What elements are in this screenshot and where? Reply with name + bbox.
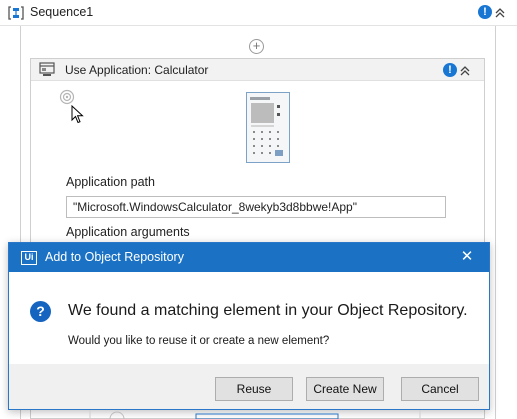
close-icon[interactable]: ✕ — [459, 249, 475, 265]
sequence-header[interactable]: Sequence1 ! — [0, 0, 517, 26]
info-badge-icon[interactable]: ! — [443, 63, 457, 77]
dialog-title: Add to Object Repository — [45, 250, 184, 264]
target-icon[interactable] — [59, 89, 75, 105]
double-chevron-up-icon[interactable] — [494, 6, 506, 20]
question-icon: ? — [30, 301, 51, 322]
dialog-titlebar[interactable]: Ui Add to Object Repository ✕ — [9, 243, 489, 272]
uipath-logo-icon: Ui — [21, 251, 37, 265]
activity-header[interactable]: Use Application: Calculator ! — [31, 59, 484, 81]
dialog-heading: We found a matching element in your Obje… — [68, 302, 468, 319]
sequence-title: Sequence1 — [30, 5, 94, 19]
mouse-cursor-icon — [71, 105, 84, 124]
reuse-button[interactable]: Reuse — [215, 377, 293, 401]
double-chevron-up-icon[interactable] — [459, 64, 471, 78]
dialog-content: ? We found a matching element in your Ob… — [9, 272, 489, 364]
activity-title: Use Application: Calculator — [65, 63, 209, 77]
plus-circle-icon[interactable]: + — [249, 39, 264, 54]
add-to-object-repository-dialog: Ui Add to Object Repository ✕ ? We found… — [8, 242, 490, 410]
application-path-label: Application path — [66, 175, 155, 189]
application-arguments-label: Application arguments — [66, 225, 190, 239]
application-path-input[interactable]: "Microsoft.WindowsCalculator_8wekyb3d8bb… — [66, 196, 446, 218]
calculator-screenshot[interactable] — [246, 92, 290, 163]
sequence-icon — [8, 6, 24, 20]
underlying-activity-peek — [89, 410, 421, 419]
cancel-button[interactable]: Cancel — [401, 377, 479, 401]
create-new-button[interactable]: Create New — [306, 377, 384, 401]
use-application-icon — [39, 62, 55, 76]
dialog-subtext: Would you like to reuse it or create a n… — [68, 335, 330, 347]
info-badge-icon[interactable]: ! — [478, 5, 492, 19]
